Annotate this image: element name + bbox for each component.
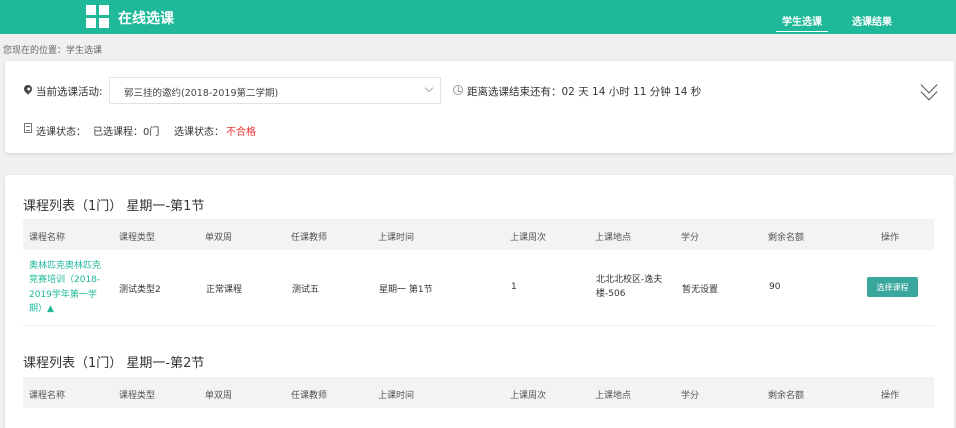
breadcrumb: 您现在的位置：学生选课 [3, 46, 103, 56]
course-list-panel: 课程列表（1门） 星期一-第1节 课程名称 课程类型 单双周 任课教师 上课时间… [5, 175, 954, 428]
section-title: 课程列表（1门） 星期一-第1节 [23, 199, 205, 214]
col-remaining: 剩余名额 [768, 233, 805, 243]
week-no: 1 [511, 282, 517, 292]
countdown-text: 距离选课结束还有：02 天 14 小时 11 分钟 14 秒 [467, 86, 702, 98]
col-class-time: 上课时间 [378, 233, 415, 243]
col-credit: 学分 [681, 233, 700, 243]
clock-icon [453, 85, 463, 95]
col-class-time: 上课时间 [378, 391, 415, 401]
document-icon [24, 123, 32, 133]
col-action: 操作 [881, 391, 900, 401]
course-name-link[interactable]: 奥林匹克奥林匹克竞赛培训（2018-2019学年第一学期）▲ [29, 259, 109, 317]
nav-student-selection[interactable]: 学生选课 [776, 13, 828, 32]
col-odd-even-week: 单双周 [205, 233, 233, 243]
col-course-type: 课程类型 [119, 233, 156, 243]
divider [23, 325, 934, 326]
class-time: 星期一 第1节 [379, 285, 433, 295]
credit: 暂无设置 [682, 285, 719, 295]
weeks-type: 正常课程 [206, 285, 243, 295]
col-course-name: 课程名称 [29, 391, 66, 401]
app-title: 在线选课 [118, 11, 174, 27]
status-label-2: 选课状态： [174, 127, 224, 138]
location-pin-icon [22, 83, 34, 95]
col-odd-even-week: 单双周 [205, 391, 233, 401]
col-action: 操作 [881, 233, 900, 243]
location: 北北北校区-逸夫楼-506 [596, 275, 663, 300]
activity-label: 当前选课活动: [36, 86, 103, 98]
status-result-badge: 不合格 [226, 127, 256, 138]
grid-logo-icon [86, 5, 109, 28]
status-label: 选课状态： [36, 127, 86, 138]
col-teacher: 任课教师 [291, 233, 328, 243]
col-location: 上课地点 [595, 233, 632, 243]
col-remaining: 剩余名额 [768, 391, 805, 401]
remaining-seats: 90 [769, 282, 781, 292]
teacher: 测试五 [292, 285, 320, 295]
table-header: 课程名称 课程类型 单双周 任课教师 上课时间 上课周次 上课地点 学分 剩余名… [23, 377, 934, 408]
col-week-no: 上课周次 [510, 233, 547, 243]
selected-courses-count: 已选课程：0门 [93, 127, 160, 138]
col-credit: 学分 [681, 391, 700, 401]
col-course-type: 课程类型 [119, 391, 156, 401]
select-course-button[interactable]: 选择课程 [867, 277, 918, 297]
col-week-no: 上课周次 [510, 391, 547, 401]
col-course-name: 课程名称 [29, 233, 66, 243]
collapse-toggle-icon[interactable] [917, 76, 941, 103]
course-type: 测试类型2 [119, 285, 161, 295]
section-title: 课程列表（1门） 星期一-第2节 [23, 356, 205, 371]
nav-selection-result[interactable]: 选课结果 [852, 13, 892, 28]
col-location: 上课地点 [595, 391, 632, 401]
top-bar: 在线选课 学生选课 选课结果 [0, 0, 956, 34]
activity-select-value: 郭三挂的邀约(2018-2019第二学期) [124, 88, 279, 99]
chevron-down-icon [424, 83, 434, 93]
col-teacher: 任课教师 [291, 391, 328, 401]
activity-select[interactable]: 郭三挂的邀约(2018-2019第二学期) [109, 77, 441, 104]
table-header: 课程名称 课程类型 单双周 任课教师 上课时间 上课周次 上课地点 学分 剩余名… [23, 219, 934, 250]
activity-panel: 当前选课活动: 郭三挂的邀约(2018-2019第二学期) 距离选课结束还有：0… [5, 61, 954, 153]
